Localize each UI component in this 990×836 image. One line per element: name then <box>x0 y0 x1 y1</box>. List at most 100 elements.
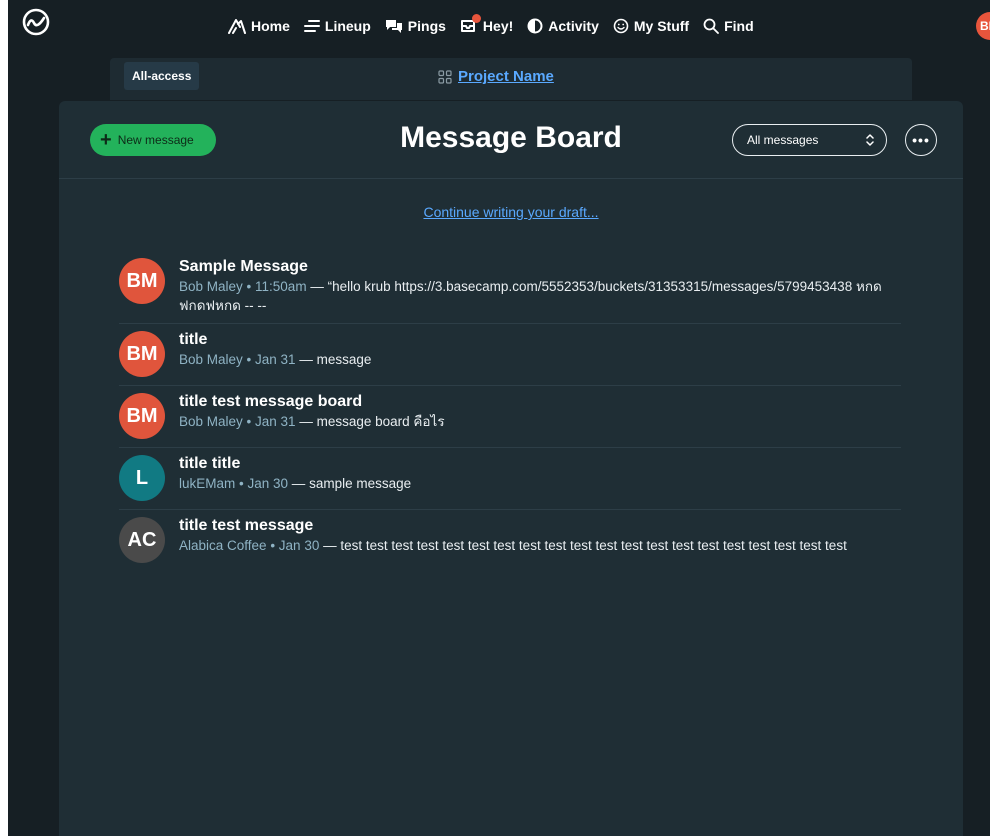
excerpt-dash: — <box>306 279 328 294</box>
nav-items: Home Lineup Pings Hey! Activity My Stuff… <box>228 14 754 38</box>
message-author: Alabica Coffee <box>179 538 267 553</box>
message-author: Bob Maley <box>179 414 243 429</box>
excerpt-dash: — <box>288 476 310 491</box>
nav-lineup-label: Lineup <box>324 18 371 34</box>
access-badge-label: All-access <box>132 69 192 83</box>
message-item[interactable]: BM title Bob Maley • Jan 31 — message <box>119 324 901 386</box>
message-body: title test message Alabica Coffee • Jan … <box>179 515 901 563</box>
message-time: Jan 31 <box>255 352 296 367</box>
message-board-panel: + New message Message Board All messages… <box>59 101 963 836</box>
more-options-button[interactable]: ••• <box>905 124 937 156</box>
author-avatar: AC <box>119 517 165 563</box>
continue-draft-link[interactable]: Continue writing your draft... <box>59 204 963 220</box>
excerpt-dash: — <box>319 538 341 553</box>
basecamp-logo-icon[interactable] <box>22 8 50 36</box>
avatar-initials: BM <box>126 342 158 365</box>
message-title[interactable]: title <box>179 331 901 349</box>
meta-separator: • <box>242 414 256 429</box>
message-time: 11:50am <box>255 279 307 294</box>
hey-icon <box>460 14 481 34</box>
nav-pings-label: Pings <box>407 18 446 34</box>
message-body: title title lukEMam • Jan 30 — sample me… <box>179 453 901 501</box>
activity-icon <box>527 18 543 34</box>
meta-separator: • <box>235 476 248 491</box>
user-avatar[interactable]: BM <box>976 12 990 40</box>
project-bar: All-access Project Name <box>110 58 912 100</box>
filter-value: All messages <box>747 133 819 147</box>
author-avatar: BM <box>119 258 165 304</box>
message-item[interactable]: AC title test message Alabica Coffee • J… <box>119 510 901 571</box>
message-title[interactable]: title test message <box>179 517 901 535</box>
nav-hey-label: Hey! <box>482 18 514 34</box>
nav-home[interactable]: Home <box>228 18 290 34</box>
notification-dot <box>471 14 481 23</box>
window-edge <box>0 0 8 836</box>
message-meta: Bob Maley • Jan 31 — message board คือไร <box>179 412 901 431</box>
excerpt-dash: — <box>295 414 317 429</box>
nav-hey[interactable]: Hey! <box>460 14 514 34</box>
message-meta: Bob Maley • Jan 31 — message <box>179 350 901 369</box>
message-meta: lukEMam • Jan 30 — sample message <box>179 474 901 493</box>
board-header: + New message Message Board All messages… <box>59 101 963 179</box>
author-avatar: L <box>119 455 165 501</box>
message-body: title test message board Bob Maley • Jan… <box>179 391 901 439</box>
meta-separator: • <box>242 279 256 294</box>
lineup-icon <box>303 19 320 33</box>
nav-find[interactable]: Find <box>703 18 754 34</box>
more-options-icon: ••• <box>912 132 930 148</box>
plus-icon: + <box>100 129 112 151</box>
message-body: title Bob Maley • Jan 31 — message <box>179 329 901 377</box>
message-list: BM Sample Message Bob Maley • 11:50am — … <box>119 251 901 571</box>
avatar-initials: AC <box>127 528 157 551</box>
avatar-initials: BM <box>126 269 158 292</box>
nav-pings[interactable]: Pings <box>385 18 446 34</box>
avatar-initials: BM <box>126 404 158 427</box>
search-icon <box>703 18 719 34</box>
nav-mystuff-label: My Stuff <box>633 18 690 34</box>
project-name-link[interactable]: Project Name <box>458 68 554 85</box>
message-title[interactable]: title title <box>179 455 901 473</box>
new-message-button[interactable]: + New message <box>90 124 216 156</box>
nav-mystuff[interactable]: My Stuff <box>613 18 689 34</box>
app-window: Home Lineup Pings Hey! Activity My Stuff… <box>0 0 990 836</box>
nav-home-label: Home <box>251 18 290 34</box>
message-excerpt: test test test test test test test test … <box>340 538 847 553</box>
message-author: lukEMam <box>179 476 236 491</box>
meta-separator: • <box>242 352 256 367</box>
message-title[interactable]: title test message board <box>179 393 901 411</box>
message-item[interactable]: BM Sample Message Bob Maley • 11:50am — … <box>119 251 901 324</box>
meta-separator: • <box>266 538 279 553</box>
message-time: Jan 30 <box>247 476 289 491</box>
home-icon <box>228 18 246 34</box>
project-breadcrumb: Project Name <box>438 68 554 85</box>
top-nav: Home Lineup Pings Hey! Activity My Stuff… <box>8 0 990 52</box>
message-excerpt: sample message <box>309 476 412 491</box>
author-avatar: BM <box>119 393 165 439</box>
nav-activity-label: Activity <box>548 18 599 34</box>
excerpt-dash: — <box>295 352 317 367</box>
author-avatar: BM <box>119 331 165 377</box>
message-time: Jan 30 <box>278 538 320 553</box>
message-meta: Alabica Coffee • Jan 30 — test test test… <box>179 536 901 555</box>
user-avatar-initials: BM <box>980 19 990 33</box>
message-author: Bob Maley <box>179 352 243 367</box>
grid-icon <box>438 69 452 84</box>
message-author: Bob Maley <box>179 279 243 294</box>
message-item[interactable]: L title title lukEMam • Jan 30 — sample … <box>119 448 901 510</box>
pings-icon <box>385 18 403 34</box>
message-excerpt: message board คือไร <box>316 414 445 429</box>
message-meta: Bob Maley • 11:50am — “hello krub https:… <box>179 277 901 315</box>
message-body: Sample Message Bob Maley • 11:50am — “he… <box>179 256 901 315</box>
access-badge[interactable]: All-access <box>124 62 200 90</box>
mystuff-icon <box>613 18 629 34</box>
message-filter-select[interactable]: All messages <box>732 124 887 156</box>
nav-lineup[interactable]: Lineup <box>303 18 371 34</box>
message-title[interactable]: Sample Message <box>179 258 901 276</box>
message-item[interactable]: BM title test message board Bob Maley • … <box>119 386 901 448</box>
select-arrows-icon <box>866 132 874 148</box>
nav-find-label: Find <box>724 18 754 34</box>
nav-activity[interactable]: Activity <box>527 18 599 34</box>
avatar-initials: L <box>135 466 149 489</box>
new-message-label: New message <box>117 133 194 147</box>
message-time: Jan 31 <box>255 414 296 429</box>
